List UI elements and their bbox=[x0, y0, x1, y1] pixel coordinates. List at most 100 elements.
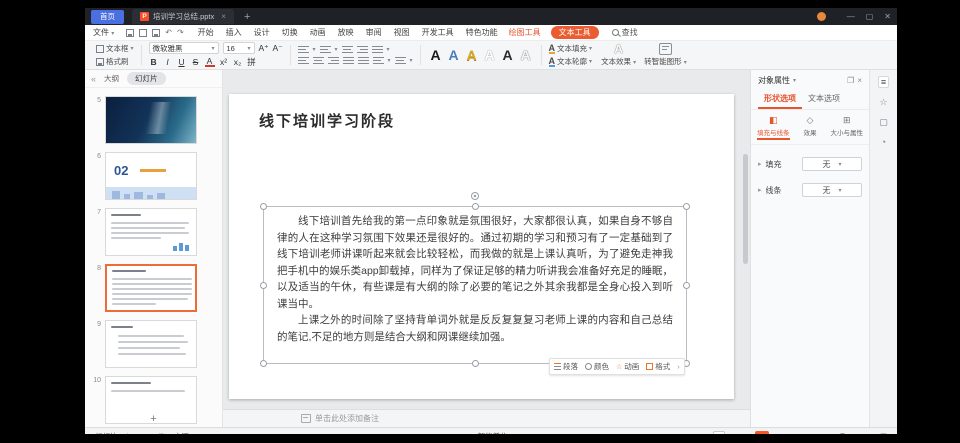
wordart-preset-6[interactable]: A bbox=[518, 47, 534, 63]
font-color-button[interactable]: A bbox=[205, 57, 215, 67]
fill-select[interactable]: 无▾ bbox=[802, 157, 862, 171]
tab-draw-tools[interactable]: 绘图工具 bbox=[509, 27, 541, 38]
slide-canvas[interactable]: 线下培训学习阶段 线下培训首先给我的第一点印象就是氛围很好，大家都很认真，如果自… bbox=[229, 94, 734, 399]
resize-handle-n[interactable] bbox=[472, 203, 479, 210]
minimize-button[interactable]: — bbox=[847, 12, 855, 21]
scrollbar-thumb[interactable] bbox=[743, 154, 748, 264]
zoom-slider-knob[interactable] bbox=[838, 433, 847, 434]
tab-close-icon[interactable]: × bbox=[221, 12, 226, 21]
text-outline-button[interactable]: A文本轮廓▾ bbox=[549, 56, 593, 67]
shape-options-tab[interactable]: 形状选项 bbox=[758, 91, 802, 109]
slide-thumbnail-8-selected[interactable]: 8 bbox=[89, 264, 216, 312]
outline-tab[interactable]: 大纲 bbox=[104, 73, 119, 84]
panel-close-icon[interactable]: × bbox=[857, 76, 862, 85]
tab-transition[interactable]: 切换 bbox=[282, 27, 298, 38]
text-fill-button[interactable]: A文本填充▾ bbox=[549, 43, 593, 54]
wordart-preset-2[interactable]: A bbox=[446, 47, 462, 63]
undock-icon[interactable]: ❐ bbox=[847, 76, 854, 85]
animation-rail-icon[interactable]: ☆ bbox=[879, 97, 887, 108]
user-avatar[interactable] bbox=[817, 12, 826, 21]
textbox-button[interactable]: 文本框▾ bbox=[96, 43, 134, 54]
superscript-button[interactable]: x² bbox=[219, 57, 229, 67]
bold-button[interactable]: B bbox=[149, 57, 159, 67]
increase-indent-icon[interactable] bbox=[357, 45, 368, 54]
tab-insert[interactable]: 插入 bbox=[226, 27, 242, 38]
more-chevron-icon[interactable]: › bbox=[677, 362, 680, 371]
font-name-select[interactable]: 微软雅黑▾ bbox=[149, 42, 219, 54]
text-direction-icon[interactable] bbox=[395, 56, 406, 65]
undo-icon[interactable]: ↶ bbox=[165, 28, 172, 37]
resize-handle-w[interactable] bbox=[260, 282, 267, 289]
normal-view-icon[interactable]: ▦ bbox=[713, 431, 725, 435]
underline-button[interactable]: U bbox=[177, 57, 187, 67]
wordart-preset-1[interactable]: A bbox=[428, 47, 444, 63]
text-effect-button[interactable]: A 文本效果 ▾ bbox=[597, 42, 640, 68]
pinyin-button[interactable]: 拼 bbox=[247, 56, 257, 68]
size-properties-group[interactable]: ⊞大小与属性 bbox=[831, 116, 864, 140]
collapse-panel-icon[interactable]: « bbox=[91, 74, 96, 84]
slide-thumbnail-9[interactable]: 9 bbox=[89, 320, 216, 368]
resize-handle-nw[interactable] bbox=[260, 203, 267, 210]
theme-name[interactable]: Office 主题 bbox=[152, 431, 189, 434]
resize-handle-sw[interactable] bbox=[260, 360, 267, 367]
strikethrough-button[interactable]: S bbox=[191, 57, 201, 67]
distribute-icon[interactable] bbox=[358, 56, 369, 65]
increase-font-icon[interactable]: A⁺ bbox=[259, 43, 269, 54]
maximize-button[interactable]: ▢ bbox=[866, 12, 874, 21]
tab-home[interactable]: 开始 bbox=[198, 27, 214, 38]
history-rail-icon[interactable]: ◔ bbox=[881, 137, 886, 147]
home-tab[interactable]: 首页 bbox=[91, 10, 124, 24]
body-paragraph-2[interactable]: 上课之外的时间除了坚持背单词外就是反反复复复习老师上课的内容和自己总结的笔记,不… bbox=[277, 312, 673, 345]
bullet-list-icon[interactable] bbox=[298, 45, 309, 54]
reading-view-icon[interactable]: ▯ bbox=[744, 432, 749, 435]
slides-tab[interactable]: 幻灯片 bbox=[127, 72, 166, 85]
add-slide-button[interactable]: + bbox=[85, 413, 222, 425]
line-select[interactable]: 无▾ bbox=[802, 183, 862, 197]
print-icon[interactable] bbox=[139, 29, 147, 37]
format-painter-button[interactable]: 格式刷 bbox=[96, 56, 134, 67]
wordart-preset-4[interactable]: A bbox=[482, 47, 498, 63]
line-spacing-icon[interactable] bbox=[372, 45, 383, 54]
wordart-preset-5[interactable]: A bbox=[500, 47, 516, 63]
new-tab-button[interactable]: + bbox=[244, 12, 250, 22]
tab-view[interactable]: 视图 bbox=[394, 27, 410, 38]
selected-textbox[interactable]: 线下培训首先给我的第一点印象就是氛围很好，大家都很认真，如果自身不够自律的人在这… bbox=[263, 206, 687, 364]
wordart-preset-3[interactable]: A bbox=[464, 47, 480, 63]
resize-handle-ne[interactable] bbox=[683, 203, 690, 210]
subscript-button[interactable]: x₂ bbox=[233, 57, 243, 67]
justify-icon[interactable] bbox=[343, 56, 354, 65]
slide-title[interactable]: 线下培训学习阶段 bbox=[259, 110, 395, 131]
smart-beautify-button[interactable]: ◎ 智能美化 ▾ bbox=[468, 431, 514, 434]
panel-title-caret-icon[interactable]: ▾ bbox=[793, 77, 796, 84]
tab-slideshow[interactable]: 放映 bbox=[338, 27, 354, 38]
decrease-indent-icon[interactable] bbox=[342, 45, 353, 54]
tab-text-tools[interactable]: 文本工具 bbox=[551, 26, 599, 39]
tab-features[interactable]: 特色功能 bbox=[466, 27, 498, 38]
save-icon[interactable] bbox=[126, 29, 134, 37]
fill-expand-icon[interactable]: ▸ bbox=[758, 160, 762, 168]
tab-design[interactable]: 设计 bbox=[254, 27, 270, 38]
document-tab[interactable]: P 培训学习总结.pptx × bbox=[132, 9, 234, 24]
tab-devtools[interactable]: 开发工具 bbox=[422, 27, 454, 38]
font-size-select[interactable]: 16▾ bbox=[223, 42, 255, 54]
close-button[interactable]: ✕ bbox=[884, 12, 891, 21]
body-paragraph-1[interactable]: 线下培训首先给我的第一点印象就是氛围很好，大家都很认真，如果自身不够自律的人在这… bbox=[277, 213, 673, 312]
paragraph-quick-button[interactable]: 段落 bbox=[554, 361, 578, 372]
notes-view-icon[interactable]: ▤ bbox=[699, 432, 707, 435]
resize-handle-e[interactable] bbox=[683, 282, 690, 289]
text-options-tab[interactable]: 文本选项 bbox=[802, 91, 846, 109]
align-center-icon[interactable] bbox=[313, 56, 324, 65]
slide-thumbnail-6[interactable]: 6 02 bbox=[89, 152, 216, 200]
animation-quick-button[interactable]: ☆动画 bbox=[616, 361, 639, 372]
numbered-list-icon[interactable] bbox=[320, 45, 331, 54]
slide-sorter-icon[interactable]: ⊞ bbox=[731, 432, 738, 435]
properties-rail-icon[interactable]: ≡ bbox=[878, 76, 889, 88]
fill-line-group[interactable]: ◧填充与线条 bbox=[757, 116, 790, 140]
play-slideshow-button[interactable]: ▶ bbox=[755, 431, 769, 434]
slide-thumbnail-5[interactable]: 5 bbox=[89, 96, 216, 144]
smart-graphic-button[interactable]: 转智能图形 ▾ bbox=[640, 42, 691, 68]
find-button[interactable]: 查找 bbox=[612, 27, 638, 38]
align-left-icon[interactable] bbox=[298, 56, 309, 65]
rotate-handle[interactable] bbox=[471, 192, 479, 200]
canvas-scrollbar[interactable] bbox=[743, 94, 748, 399]
